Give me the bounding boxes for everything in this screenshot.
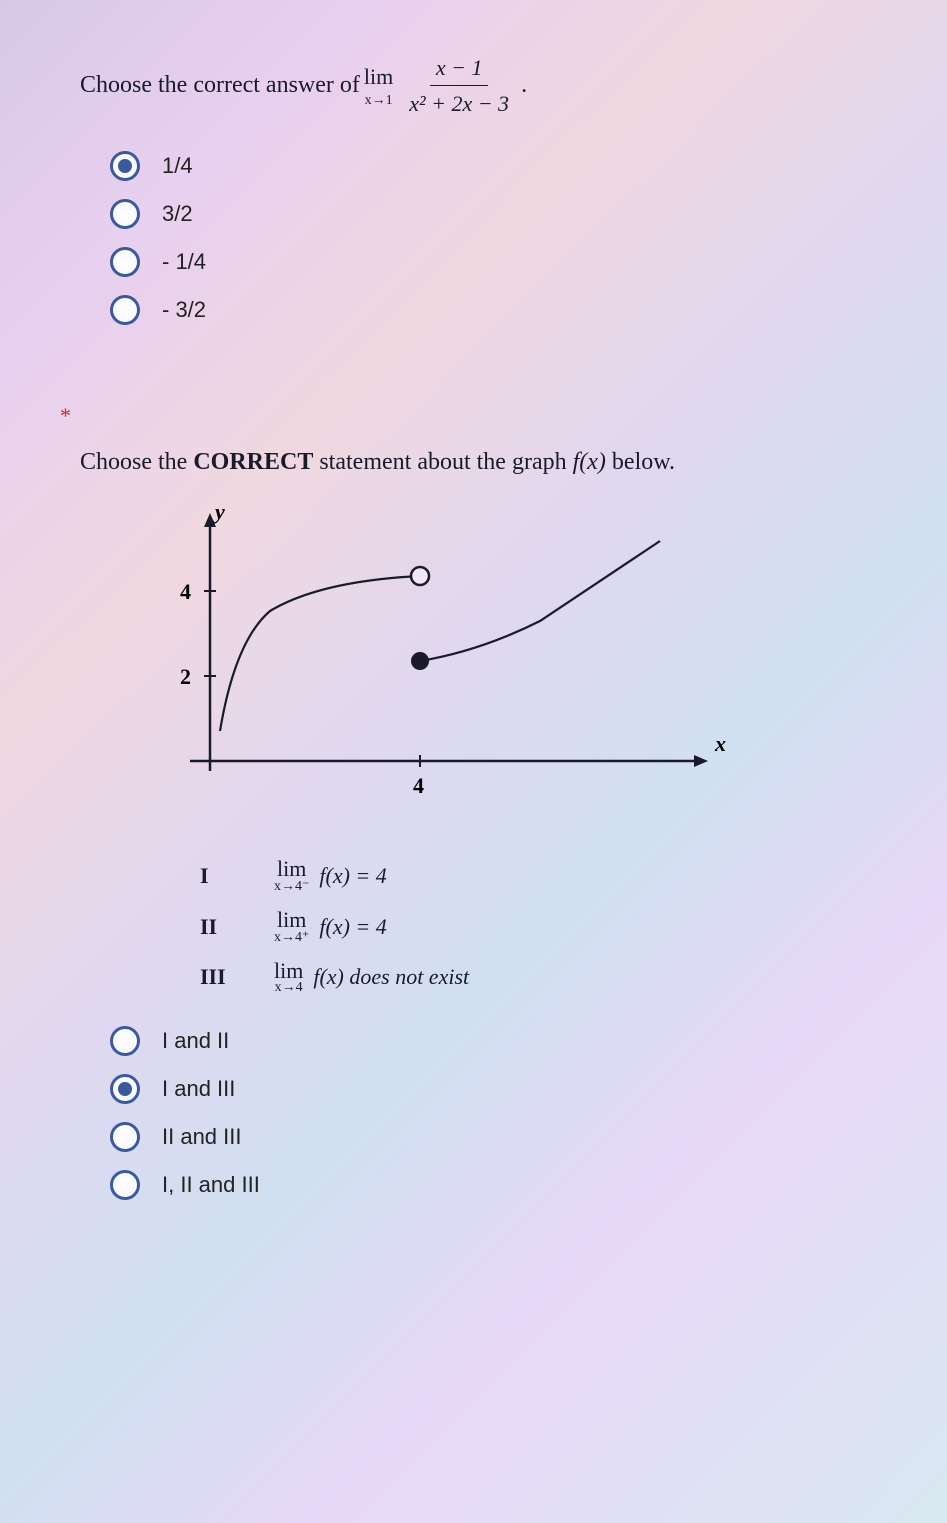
lim-II: lim x→4⁺ bbox=[274, 907, 309, 946]
x-tick-label-4: 4 bbox=[413, 773, 424, 798]
radio-icon[interactable] bbox=[110, 1170, 140, 1200]
closed-circle-icon bbox=[411, 652, 429, 670]
graph-svg: 4 2 4 y x bbox=[140, 501, 740, 821]
graph: 4 2 4 y x bbox=[140, 501, 867, 826]
expr-I: f(x) = 4 bbox=[319, 863, 386, 889]
radio-icon[interactable] bbox=[110, 295, 140, 325]
lim-III: lim x→4 bbox=[274, 958, 303, 996]
q2-option-3[interactable]: I, II and III bbox=[110, 1170, 867, 1200]
question-2: Choose the CORRECT statement about the g… bbox=[60, 439, 887, 1228]
q1-option-0[interactable]: 1/4 bbox=[110, 151, 867, 181]
curve-left bbox=[220, 576, 420, 731]
expr-II: f(x) = 4 bbox=[319, 914, 386, 940]
y-axis-label: y bbox=[212, 501, 225, 524]
q1-option-label-2: - 1/4 bbox=[162, 249, 206, 275]
statement-II: II lim x→4⁺ f(x) = 4 bbox=[200, 907, 867, 946]
y-tick-label-4: 4 bbox=[180, 579, 191, 604]
q1-prefix: Choose the correct answer of bbox=[80, 66, 360, 104]
numerator: x − 1 bbox=[430, 50, 489, 86]
radio-icon[interactable] bbox=[110, 247, 140, 277]
q2-suffix: statement about the graph bbox=[313, 449, 572, 475]
statement-I: I lim x→4⁻ f(x) = 4 bbox=[200, 856, 867, 895]
radio-icon[interactable] bbox=[110, 1122, 140, 1152]
question-1: Choose the correct answer of lim x→1 x −… bbox=[60, 40, 887, 353]
expr-III: f(x) does not exist bbox=[313, 964, 469, 990]
q1-option-label-3: - 3/2 bbox=[162, 297, 206, 323]
lim-sub: x→1 bbox=[365, 90, 393, 112]
roman-I: I bbox=[200, 863, 270, 889]
curve-right bbox=[420, 541, 660, 661]
open-circle-icon bbox=[411, 567, 429, 585]
x-arrow-icon bbox=[694, 755, 708, 767]
q1-option-1[interactable]: 3/2 bbox=[110, 199, 867, 229]
denominator: x² + 2x − 3 bbox=[403, 86, 515, 121]
x-axis-label: x bbox=[714, 731, 726, 756]
q1-option-label-0: 1/4 bbox=[162, 153, 193, 179]
q2-option-1[interactable]: I and III bbox=[110, 1074, 867, 1104]
limit-notation: lim x→1 bbox=[364, 59, 393, 113]
q1-option-label-1: 3/2 bbox=[162, 201, 193, 227]
q2-options: I and II I and III II and III I, II and … bbox=[110, 1026, 867, 1200]
radio-icon[interactable] bbox=[110, 151, 140, 181]
statement-III: III lim x→4 f(x) does not exist bbox=[200, 958, 867, 996]
q2-prefix: Choose the bbox=[80, 449, 193, 475]
statements: I lim x→4⁻ f(x) = 4 II lim x→4⁺ f(x) = 4… bbox=[200, 856, 867, 996]
q2-option-label-0: I and II bbox=[162, 1028, 229, 1054]
q2-option-0[interactable]: I and II bbox=[110, 1026, 867, 1056]
q1-option-2[interactable]: - 1/4 bbox=[110, 247, 867, 277]
q1-option-3[interactable]: - 3/2 bbox=[110, 295, 867, 325]
q1-period: . bbox=[521, 66, 527, 104]
roman-III: III bbox=[200, 964, 270, 990]
lim-label: lim bbox=[364, 59, 393, 94]
radio-icon[interactable] bbox=[110, 1074, 140, 1104]
required-marker: * bbox=[60, 403, 887, 429]
roman-II: II bbox=[200, 914, 270, 940]
q2-option-2[interactable]: II and III bbox=[110, 1122, 867, 1152]
radio-icon[interactable] bbox=[110, 1026, 140, 1056]
q2-prompt: Choose the CORRECT statement about the g… bbox=[80, 449, 867, 476]
q2-option-label-2: II and III bbox=[162, 1124, 242, 1150]
lim-I: lim x→4⁻ bbox=[274, 856, 309, 895]
radio-icon[interactable] bbox=[110, 199, 140, 229]
q2-tail: below. bbox=[606, 449, 675, 475]
y-tick-label-2: 2 bbox=[180, 664, 191, 689]
q2-fx: f(x) bbox=[573, 449, 606, 475]
q2-option-label-1: I and III bbox=[162, 1076, 235, 1102]
q1-prompt: Choose the correct answer of lim x→1 x −… bbox=[80, 50, 867, 121]
q2-bold: CORRECT bbox=[193, 449, 313, 475]
fraction: x − 1 x² + 2x − 3 bbox=[403, 50, 515, 121]
q2-option-label-3: I, II and III bbox=[162, 1172, 260, 1198]
q1-options: 1/4 3/2 - 1/4 - 3/2 bbox=[110, 151, 867, 325]
